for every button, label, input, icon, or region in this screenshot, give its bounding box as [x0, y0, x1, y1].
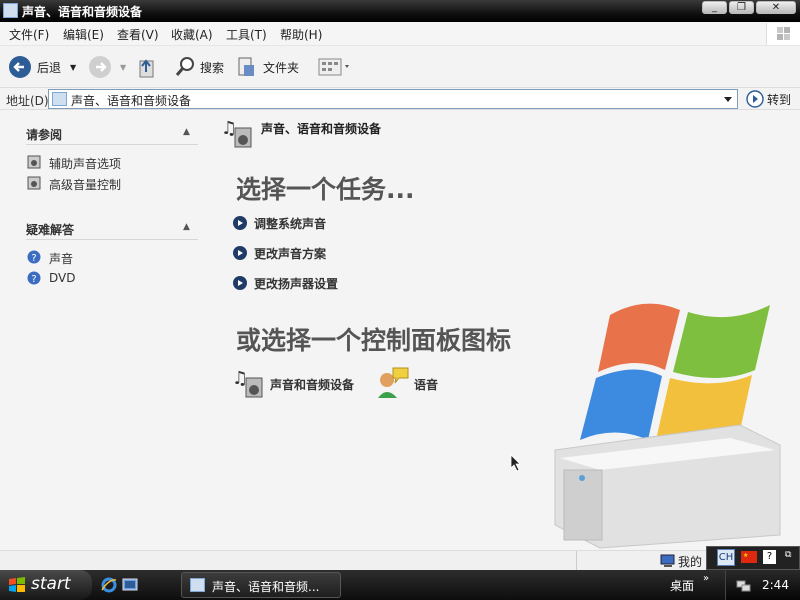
speaker-category-icon: ♫: [221, 116, 255, 151]
category-title: 声音、语音和音频设备: [261, 122, 382, 136]
menu-help[interactable]: 帮助(H): [280, 26, 322, 43]
search-icon: [175, 57, 194, 76]
control-panel-icon: [52, 92, 67, 106]
toolbar: 后退 ▼ ▼ 搜索 文件夹: [0, 46, 800, 88]
back-label[interactable]: 后退: [37, 59, 61, 76]
task-change-sound-scheme[interactable]: 更改声音方案: [254, 245, 326, 262]
back-dropdown-icon[interactable]: ▼: [70, 63, 76, 72]
task-change-speaker-settings[interactable]: 更改扬声器设置: [254, 275, 338, 292]
pick-icon-heading: 或选择一个控制面板图标: [236, 326, 512, 355]
control-panel-icon: [3, 3, 18, 18]
link-troubleshoot-sound[interactable]: 声音: [49, 250, 73, 267]
divider: [26, 239, 198, 240]
speech-icon[interactable]: [375, 366, 411, 403]
pick-task-heading: 选择一个任务...: [236, 175, 415, 204]
main-content: ♫ 声音、语音和音频设备 选择一个任务... 调整系统声音 更改声音方案 更改扬…: [215, 110, 800, 550]
help-icon[interactable]: ?: [763, 550, 776, 564]
menu-edit[interactable]: 编辑(E): [63, 26, 104, 43]
windows-flag-icon: [766, 23, 800, 45]
lang-menu-icon[interactable]: ⧉: [785, 550, 791, 560]
task-pane: 请参阅 ▲ 辅助声音选项 高级音量控制 疑难解答 ▲ ? 声音 ? DVD: [0, 110, 215, 550]
link-advanced-volume[interactable]: 高级音量控制: [49, 176, 121, 193]
window-title: 声音、语音和音频设备: [22, 5, 143, 19]
help-icon: ?: [27, 271, 41, 288]
folders-button[interactable]: [236, 54, 258, 83]
menu-file[interactable]: 文件(F): [9, 26, 49, 43]
address-value: 声音、语音和音频设备: [71, 94, 192, 108]
clock[interactable]: 2:44: [762, 578, 789, 592]
icon-speech[interactable]: 语音: [414, 376, 438, 393]
svg-text:★: ★: [743, 552, 748, 559]
address-dropdown-icon[interactable]: [721, 92, 735, 106]
system-tray: 2:44: [725, 570, 800, 600]
minimize-button[interactable]: _: [702, 1, 727, 14]
folders-icon: [238, 57, 254, 76]
show-desktop-icon[interactable]: [122, 577, 138, 596]
icon-sound-audio-devices[interactable]: 声音和音频设备: [270, 376, 354, 393]
menu-favorites[interactable]: 收藏(A): [171, 26, 213, 43]
ime-indicator[interactable]: CH: [717, 549, 735, 566]
menu-tools[interactable]: 工具(T): [226, 26, 267, 43]
arrow-bullet-icon: [233, 246, 247, 260]
forward-arrow-icon: [89, 56, 111, 78]
search-label[interactable]: 搜索: [200, 59, 224, 76]
taskbar: start 声音、语音和音频... 桌面 » 2:44: [0, 570, 800, 600]
speaker-icon: [27, 155, 41, 172]
speaker-icon: [27, 176, 41, 193]
back-arrow-icon: [9, 56, 31, 78]
help-icon: ?: [27, 250, 41, 267]
china-flag-icon: ★: [741, 551, 757, 563]
divider: [26, 144, 198, 145]
arrow-bullet-icon: [233, 276, 247, 290]
views-button[interactable]: [318, 57, 352, 80]
menu-view[interactable]: 查看(V): [117, 26, 159, 43]
troubleshoot-title: 疑难解答: [26, 223, 75, 237]
sound-audio-devices-icon[interactable]: ♫: [232, 366, 266, 401]
mouse-cursor-icon: [510, 454, 521, 472]
close-button[interactable]: ✕: [756, 1, 796, 14]
address-label: 地址(D): [6, 94, 49, 108]
internet-explorer-icon[interactable]: [101, 577, 117, 596]
status-divider: [576, 551, 577, 570]
collapse-chevron-icon[interactable]: ▲: [183, 222, 190, 232]
windows-logo-icon: [9, 577, 25, 592]
up-folder-button[interactable]: [137, 54, 157, 83]
link-accessibility-sound[interactable]: 辅助声音选项: [49, 155, 121, 172]
status-zone-text: 我的: [678, 555, 703, 569]
start-button[interactable]: start: [0, 570, 92, 600]
up-folder-icon: [139, 59, 154, 78]
collapse-chevron-icon[interactable]: ▲: [183, 127, 190, 137]
go-label[interactable]: 转到: [767, 91, 791, 108]
maximize-button[interactable]: ❐: [729, 1, 754, 14]
back-button[interactable]: [8, 55, 34, 84]
start-label[interactable]: start: [31, 574, 71, 594]
views-icon: [318, 58, 349, 76]
link-troubleshoot-dvd[interactable]: DVD: [49, 271, 75, 285]
search-button[interactable]: [174, 55, 198, 82]
svg-text:?: ?: [31, 253, 36, 264]
title-bar[interactable]: 声音、语音和音频设备 _ ❐ ✕: [0, 0, 800, 22]
svg-text:?: ?: [31, 274, 36, 285]
desktop-toolbar-label[interactable]: 桌面: [670, 577, 694, 594]
task-adjust-system-sounds[interactable]: 调整系统声音: [254, 215, 326, 232]
address-bar: 地址(D) 声音、语音和音频设备 转到: [0, 88, 800, 110]
arrow-bullet-icon: [233, 216, 247, 230]
windows-decoration-illustration: [554, 303, 781, 549]
menu-bar: 文件(F) 编辑(E) 查看(V) 收藏(A) 工具(T) 帮助(H): [0, 22, 800, 46]
address-input[interactable]: 声音、语音和音频设备: [48, 89, 738, 109]
network-icon[interactable]: [736, 577, 752, 593]
taskbar-window-label[interactable]: 声音、语音和音频...: [212, 578, 319, 595]
control-panel-icon: [190, 578, 205, 592]
go-arrow-icon: [746, 90, 764, 108]
status-bar: 我的 CH ★ ? ⧉: [0, 546, 800, 570]
taskbar-window-button[interactable]: 声音、语音和音频...: [181, 572, 341, 598]
forward-dropdown-icon[interactable]: ▼: [120, 63, 126, 72]
language-bar[interactable]: CH ★ ? ⧉: [706, 546, 800, 570]
see-also-title: 请参阅: [26, 128, 63, 142]
folders-label[interactable]: 文件夹: [263, 59, 299, 76]
toolbar-expand-icon[interactable]: »: [703, 573, 709, 584]
forward-button[interactable]: [88, 55, 114, 84]
